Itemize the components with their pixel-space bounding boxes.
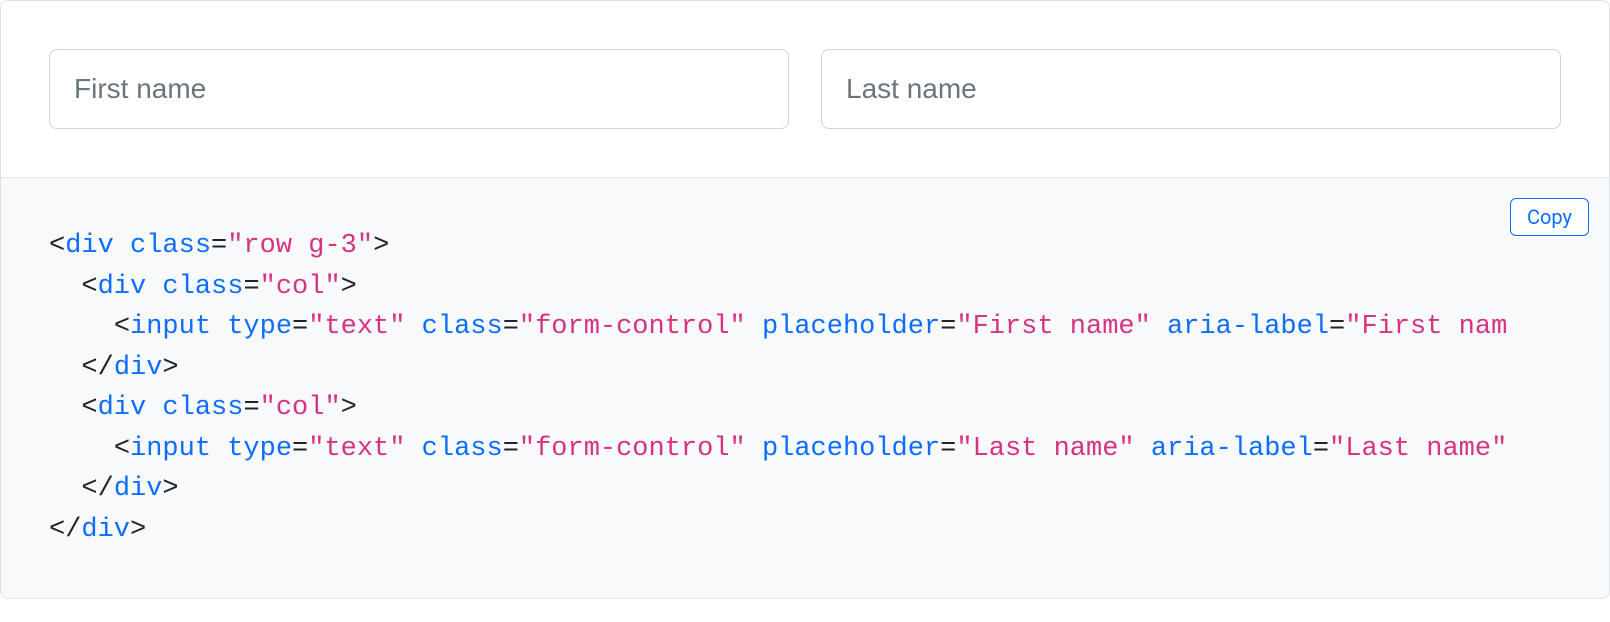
eq: = xyxy=(940,434,956,464)
str: "text" xyxy=(308,434,405,464)
eq: = xyxy=(1329,312,1345,342)
code-pre: <div class="row g-3"> <div class="col"> … xyxy=(49,226,1561,550)
str: "form-control" xyxy=(519,312,746,342)
angle: < xyxy=(114,434,130,464)
angle: > xyxy=(373,231,389,261)
attr: class xyxy=(162,272,243,302)
attr: placeholder xyxy=(762,434,940,464)
attr: aria-label xyxy=(1151,434,1313,464)
attr: aria-label xyxy=(1167,312,1329,342)
str: "text" xyxy=(308,312,405,342)
attr: class xyxy=(422,312,503,342)
eq: = xyxy=(940,312,956,342)
angle: < xyxy=(81,272,97,302)
tag: div xyxy=(81,515,130,545)
tag: div xyxy=(98,272,147,302)
angle: > xyxy=(162,474,178,504)
attr: class xyxy=(422,434,503,464)
code: <div class="row g-3"> <div class="col"> … xyxy=(49,231,1507,545)
angle: </ xyxy=(81,353,113,383)
sp xyxy=(1135,434,1151,464)
indent xyxy=(49,474,81,504)
tag: div xyxy=(98,393,147,423)
indent xyxy=(49,353,81,383)
sp xyxy=(211,434,227,464)
attr: placeholder xyxy=(762,312,940,342)
angle: > xyxy=(130,515,146,545)
tag: input xyxy=(130,434,211,464)
sp xyxy=(211,312,227,342)
first-name-input[interactable] xyxy=(49,49,789,129)
attr: class xyxy=(130,231,211,261)
code-example: Copy <div class="row g-3"> <div class="c… xyxy=(1,177,1609,598)
eq: = xyxy=(292,434,308,464)
tag: div xyxy=(65,231,114,261)
indent xyxy=(49,312,114,342)
live-example xyxy=(1,1,1609,177)
last-name-input[interactable] xyxy=(821,49,1561,129)
str: "First nam xyxy=(1345,312,1507,342)
copy-button[interactable]: Copy xyxy=(1510,198,1589,236)
sp xyxy=(114,231,130,261)
str: "Last name" xyxy=(1329,434,1507,464)
sp xyxy=(746,434,762,464)
attr: type xyxy=(227,312,292,342)
sp xyxy=(746,312,762,342)
eq: = xyxy=(243,272,259,302)
str: "col" xyxy=(260,393,341,423)
sp xyxy=(405,312,421,342)
eq: = xyxy=(503,434,519,464)
col-first-name xyxy=(49,49,789,129)
attr: class xyxy=(162,393,243,423)
sp xyxy=(1151,312,1167,342)
sp xyxy=(405,434,421,464)
col-last-name xyxy=(821,49,1561,129)
eq: = xyxy=(243,393,259,423)
tag: input xyxy=(130,312,211,342)
angle: </ xyxy=(49,515,81,545)
eq: = xyxy=(1313,434,1329,464)
str: "Last name" xyxy=(956,434,1134,464)
angle: < xyxy=(81,393,97,423)
attr: type xyxy=(227,434,292,464)
str: "form-control" xyxy=(519,434,746,464)
str: "row g-3" xyxy=(227,231,373,261)
angle: < xyxy=(49,231,65,261)
indent xyxy=(49,393,81,423)
tag: div xyxy=(114,353,163,383)
eq: = xyxy=(503,312,519,342)
angle: < xyxy=(114,312,130,342)
sp xyxy=(146,393,162,423)
str: "col" xyxy=(260,272,341,302)
tag: div xyxy=(114,474,163,504)
eq: = xyxy=(292,312,308,342)
angle: > xyxy=(162,353,178,383)
str: "First name" xyxy=(956,312,1150,342)
sp xyxy=(146,272,162,302)
angle: > xyxy=(341,393,357,423)
form-row xyxy=(49,49,1561,129)
eq: = xyxy=(211,231,227,261)
doc-example-card: Copy <div class="row g-3"> <div class="c… xyxy=(0,0,1610,599)
indent xyxy=(49,434,114,464)
angle: </ xyxy=(81,474,113,504)
angle: > xyxy=(341,272,357,302)
indent xyxy=(49,272,81,302)
